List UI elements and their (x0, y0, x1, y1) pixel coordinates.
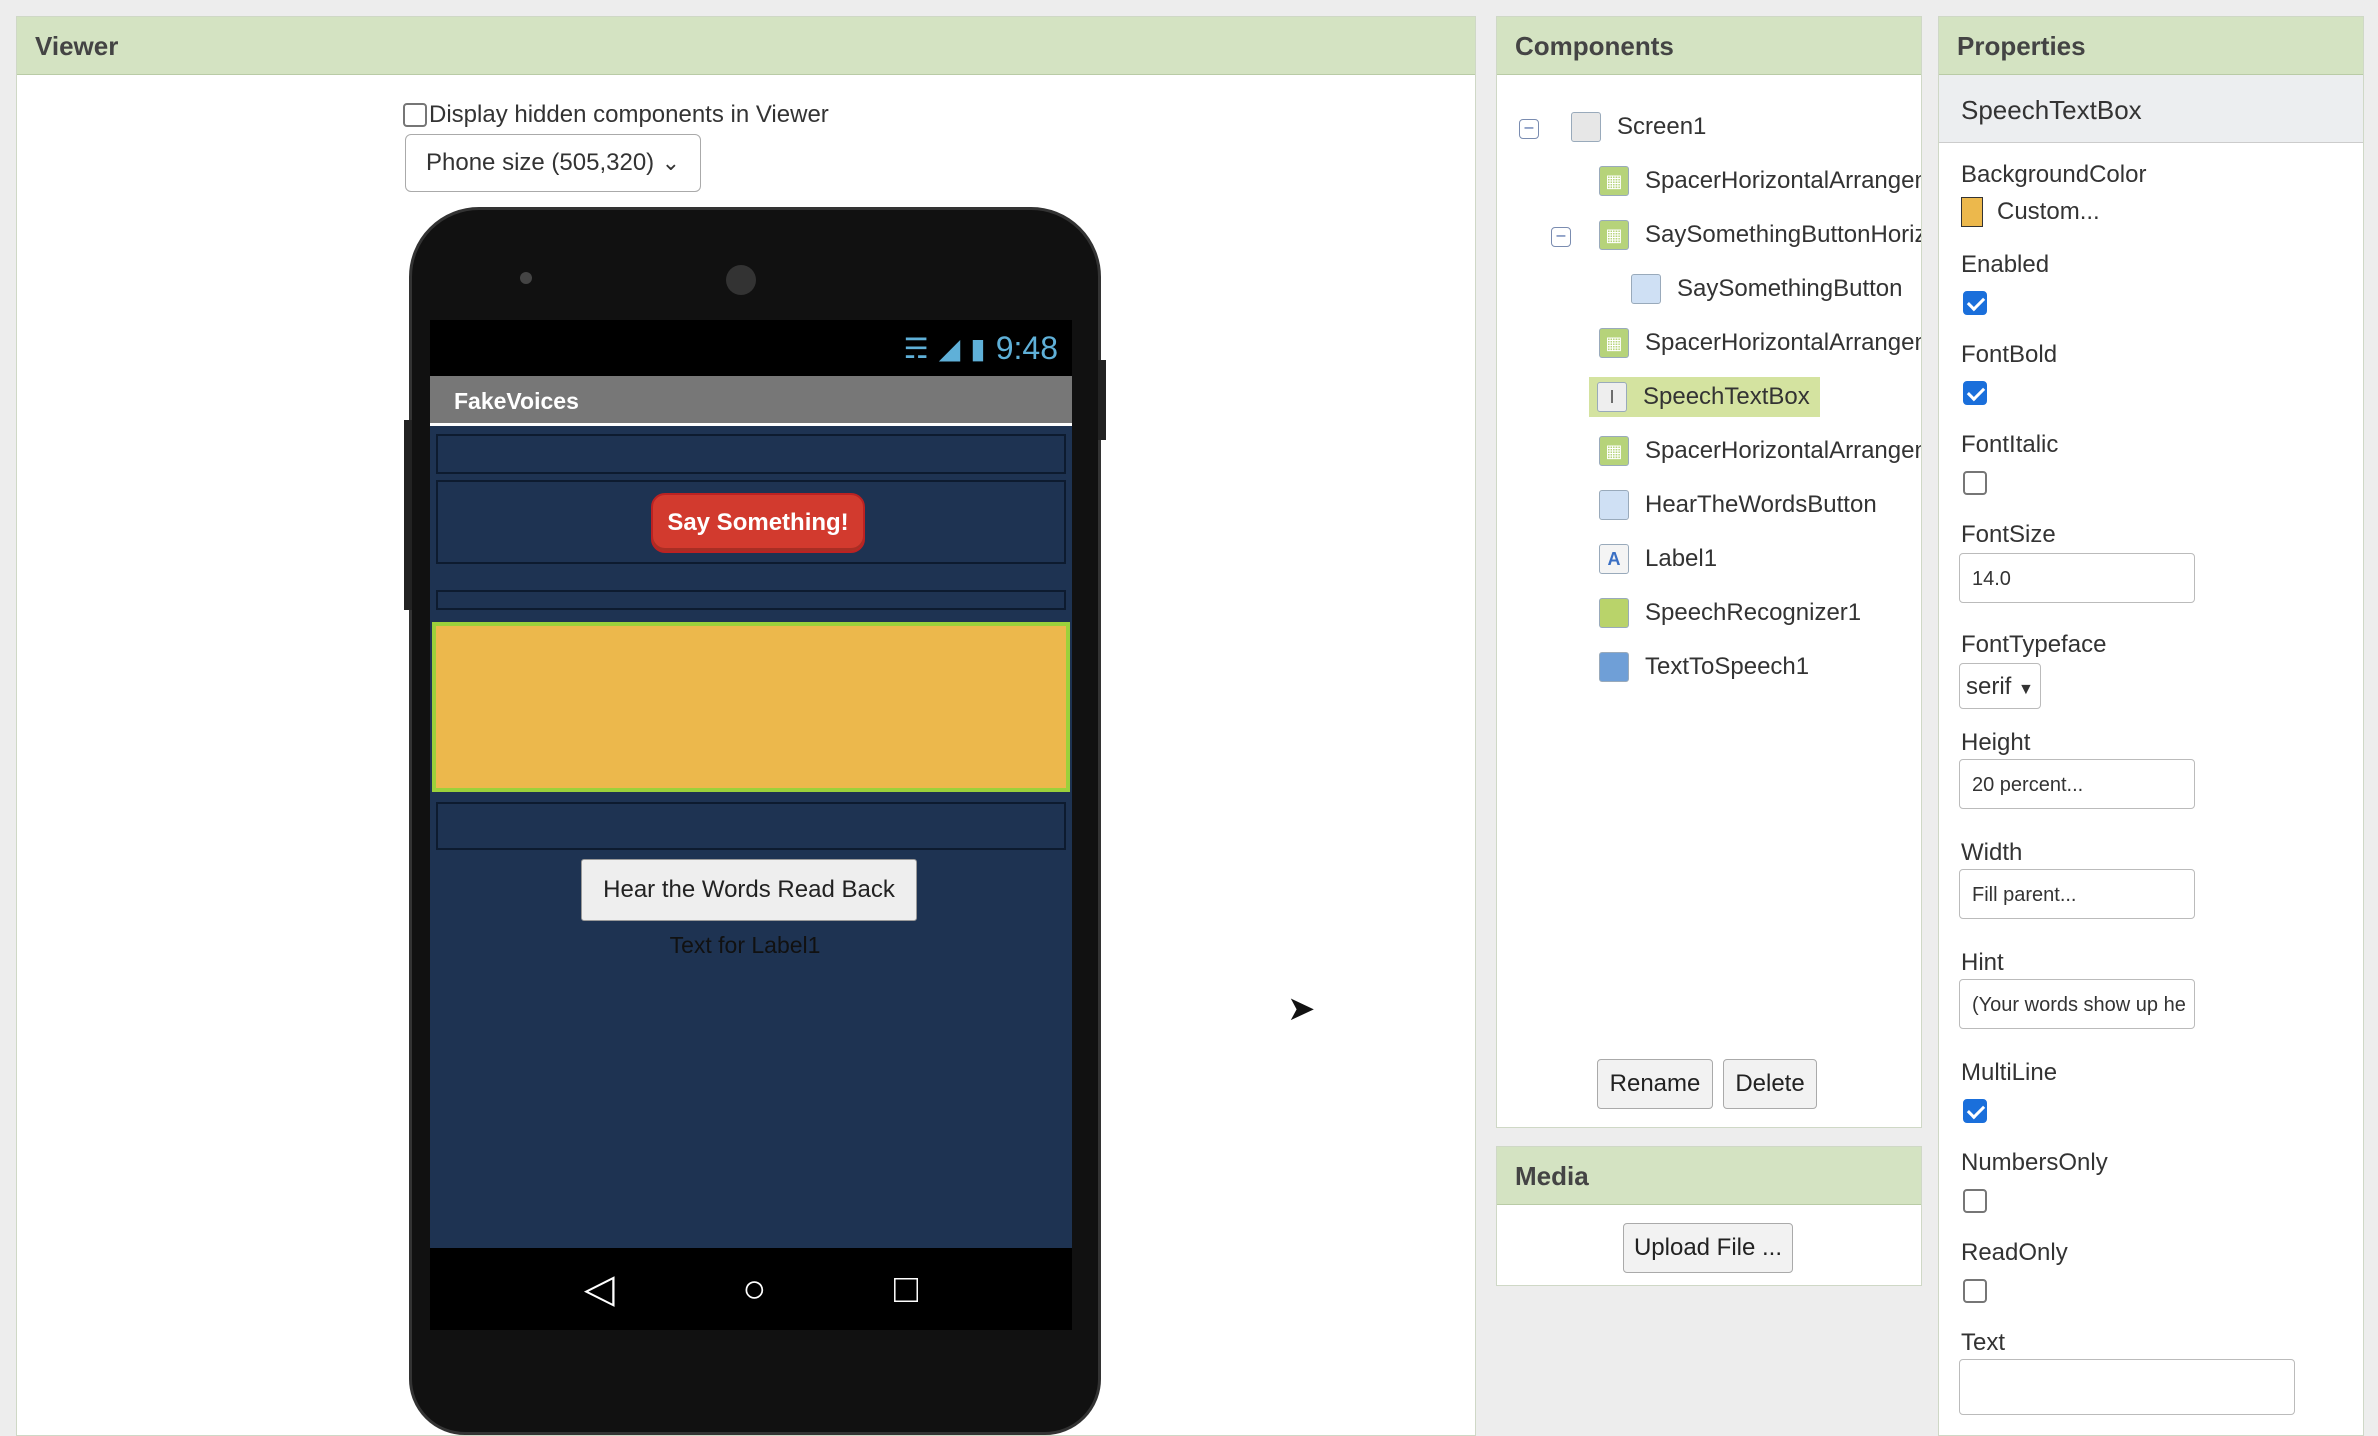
upload-file-button[interactable]: Upload File ... (1623, 1223, 1793, 1273)
fontbold-label: FontBold (1961, 341, 2058, 368)
tree-item-speechtextbox[interactable]: I SpeechTextBox (1589, 377, 1820, 417)
tree-item-label1[interactable]: A Label1 (1599, 539, 1723, 579)
spacer-arrangement-2[interactable] (436, 590, 1066, 610)
spacer-arrangement-3[interactable] (436, 802, 1066, 850)
back-icon: ◁ (583, 1267, 615, 1311)
button-icon (1599, 490, 1629, 520)
arrangement-icon: ▦ (1599, 436, 1629, 466)
phone-camera-icon (520, 272, 532, 284)
components-panel: Components – Screen1 ▦ SpacerHorizontalA… (1496, 16, 1922, 1128)
phone-earpiece-icon (726, 265, 756, 295)
phone-size-select[interactable]: Phone size (505,320) ⌄ (405, 134, 701, 192)
phone-preview: ☴ ◢ ▮ 9:48 FakeVoices Say Something! Hea… (404, 207, 1106, 1435)
speech-text-box[interactable] (432, 622, 1070, 792)
textbox-icon: I (1597, 382, 1627, 412)
multiline-label: MultiLine (1961, 1059, 2058, 1086)
components-title: Components (1497, 17, 1921, 75)
tree-item-saysomething-arrangement[interactable]: ▦ SaySomethingButtonHorizontalArrangemen… (1599, 215, 1921, 255)
tree-item-saysomething-button[interactable]: SaySomethingButton (1631, 269, 1908, 309)
hint-label: Hint (1961, 949, 2004, 976)
numbersonly-label: NumbersOnly (1961, 1149, 2108, 1176)
spacer-arrangement-1[interactable] (436, 434, 1066, 474)
hidden-components-checkbox[interactable] (403, 103, 427, 127)
hear-the-words-button[interactable]: Hear the Words Read Back (581, 859, 917, 921)
width-input[interactable]: Fill parent... (1959, 869, 2195, 919)
fonttypeface-value: serif (1966, 673, 2012, 700)
collapse-saysomething-arrangement-icon[interactable]: – (1551, 227, 1571, 247)
height-input[interactable]: 20 percent... (1959, 759, 2195, 809)
fontitalic-label: FontItalic (1961, 431, 2059, 458)
viewer-panel: Viewer Display hidden components in View… (16, 16, 1476, 1436)
backgroundcolor-value: Custom... (1997, 198, 2100, 225)
phone-power-button (1098, 360, 1106, 440)
properties-title: Properties (1939, 17, 2363, 75)
tree-item-spacer-1[interactable]: ▦ SpacerHorizontalArrangement1 (1599, 161, 1921, 201)
signal-icon: ◢ (938, 332, 961, 364)
mouse-cursor-icon: ➤ (1287, 990, 1316, 1028)
fonttypeface-select[interactable]: serif ▼ (1959, 663, 2041, 709)
home-icon: ○ (742, 1266, 767, 1311)
phone-screen: ☴ ◢ ▮ 9:48 FakeVoices Say Something! Hea… (430, 320, 1072, 1330)
tree-item-spacer-3[interactable]: ▦ SpacerHorizontalArrangement3 (1599, 431, 1921, 471)
selected-component-name: SpeechTextBox (1939, 75, 2363, 143)
text-to-speech-icon (1599, 652, 1629, 682)
say-something-arrangement[interactable]: Say Something! (436, 480, 1066, 564)
arrangement-icon: ▦ (1599, 220, 1629, 250)
status-time: 9:48 (995, 329, 1058, 366)
readonly-checkbox[interactable] (1963, 1279, 1987, 1303)
screen-icon (1571, 112, 1601, 142)
android-nav-bar: ◁ ○ □ (430, 1248, 1072, 1330)
collapse-screen1-icon[interactable]: – (1519, 119, 1539, 139)
backgroundcolor-picker[interactable]: Custom... (1961, 197, 2100, 227)
enabled-label: Enabled (1961, 251, 2050, 278)
label-icon: A (1599, 544, 1629, 574)
label1[interactable]: Text for Label1 (430, 932, 1060, 959)
width-label: Width (1961, 839, 2023, 866)
tree-item-speechrecognizer1[interactable]: SpeechRecognizer1 (1599, 593, 1867, 633)
wifi-icon: ☴ (903, 332, 929, 364)
color-swatch (1961, 197, 1983, 227)
tree-item-spacer-2[interactable]: ▦ SpacerHorizontalArrangement2 (1599, 323, 1921, 363)
recents-icon: □ (894, 1266, 919, 1311)
fontitalic-checkbox[interactable] (1963, 471, 1987, 495)
fontsize-label: FontSize (1961, 521, 2056, 548)
fonttypeface-label: FontTypeface (1961, 631, 2107, 658)
status-bar: ☴ ◢ ▮ 9:48 (430, 320, 1072, 376)
tree-item-heartheWords-button[interactable]: HearTheWordsButton (1599, 485, 1883, 525)
chevron-down-icon: ⌄ (661, 150, 680, 175)
height-label: Height (1961, 729, 2031, 756)
arrangement-icon: ▦ (1599, 328, 1629, 358)
text-textarea[interactable] (1959, 1359, 2295, 1415)
tree-item-texttospeech1[interactable]: TextToSpeech1 (1599, 647, 1815, 687)
media-panel: Media Upload File ... (1496, 1146, 1922, 1286)
battery-icon: ▮ (970, 332, 986, 364)
hidden-components-toggle[interactable]: Display hidden components in Viewer (403, 101, 829, 129)
multiline-checkbox[interactable] (1963, 1099, 1987, 1123)
say-something-button[interactable]: Say Something! (651, 493, 865, 553)
media-title: Media (1497, 1147, 1921, 1205)
hidden-components-label: Display hidden components in Viewer (429, 101, 829, 128)
backgroundcolor-label: BackgroundColor (1961, 161, 2147, 188)
numbersonly-checkbox[interactable] (1963, 1189, 1987, 1213)
dropdown-arrow-icon: ▼ (2018, 681, 2034, 698)
phone-side-button (404, 420, 412, 610)
readonly-label: ReadOnly (1961, 1239, 2068, 1266)
properties-panel: Properties SpeechTextBox BackgroundColor… (1938, 16, 2364, 1436)
speech-recognizer-icon (1599, 598, 1629, 628)
fontsize-input[interactable]: 14.0 (1959, 553, 2195, 603)
viewer-title: Viewer (17, 17, 1475, 75)
enabled-checkbox[interactable] (1963, 291, 1987, 315)
hint-input[interactable]: (Your words show up he (1959, 979, 2195, 1029)
arrangement-icon: ▦ (1599, 166, 1629, 196)
fontbold-checkbox[interactable] (1963, 381, 1987, 405)
tree-item-screen1[interactable]: Screen1 (1571, 107, 1712, 147)
rename-button[interactable]: Rename (1597, 1059, 1713, 1109)
button-icon (1631, 274, 1661, 304)
delete-button[interactable]: Delete (1723, 1059, 1817, 1109)
app-title-bar: FakeVoices (430, 376, 1072, 426)
text-label: Text (1961, 1329, 2006, 1356)
app-body: Say Something! Hear the Words Read Back … (430, 426, 1072, 1248)
phone-size-value: Phone size (505,320) (426, 149, 655, 176)
